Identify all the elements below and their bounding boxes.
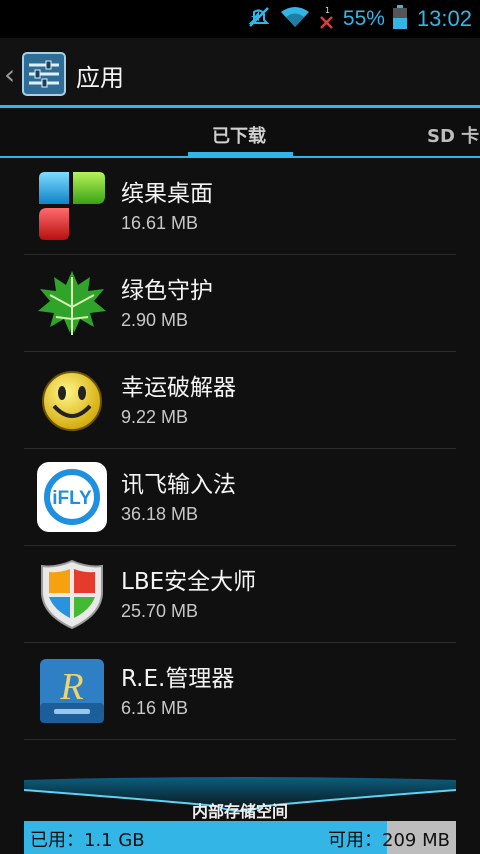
storage-indicator: 内部存储空间 已用：1.1 GB 可用：209 MB — [24, 776, 456, 854]
tab-indicator — [188, 152, 293, 156]
lbe-shield-icon — [36, 558, 108, 630]
storage-used-text: 已用：1.1 GB — [30, 830, 145, 851]
app-size: 25.70 MB — [121, 601, 199, 621]
svg-text:R: R — [59, 666, 83, 708]
svg-text:iFLY: iFLY — [52, 488, 92, 509]
wifi-icon — [279, 5, 311, 33]
svg-text:1: 1 — [325, 6, 330, 15]
lucky-patcher-smiley-icon — [36, 364, 108, 436]
list-item[interactable]: R R.E.管理器 6.16 MB — [24, 643, 456, 740]
app-name: LBE安全大师 — [121, 569, 257, 595]
app-size: 6.16 MB — [121, 698, 189, 718]
action-bar: ‹ 应用 — [0, 38, 480, 108]
list-item[interactable]: iFLY 讯飞输入法 36.18 MB — [24, 449, 456, 546]
back-chevron-icon[interactable]: ‹ — [4, 58, 15, 91]
storage-free-text: 可用：209 MB — [328, 830, 450, 851]
tab-sd-card[interactable]: SD 卡 — [427, 122, 479, 148]
app-name: 缤果桌面 — [121, 181, 213, 207]
app-size: 2.90 MB — [121, 310, 189, 330]
mute-icon — [247, 4, 271, 34]
list-item[interactable]: 绿色守护 2.90 MB — [24, 255, 456, 352]
status-bar-right: 1 55% 13:02 — [247, 0, 472, 38]
app-list: 缤果桌面 16.61 MB 绿色守护 2.90 MB 幸运破解器 9.22 MB… — [0, 158, 480, 740]
storage-bar: 已用：1.1 GB 可用：209 MB — [24, 821, 456, 854]
list-item[interactable]: 幸运破解器 9.22 MB — [24, 352, 456, 449]
list-item[interactable]: 缤果桌面 16.61 MB — [24, 158, 456, 255]
page-title: 应用 — [76, 64, 124, 92]
re-manager-icon: R — [36, 655, 108, 727]
app-size: 16.61 MB — [121, 213, 199, 233]
status-bar: 1 55% 13:02 — [0, 0, 480, 38]
settings-apps-icon[interactable] — [22, 52, 66, 96]
ifly-input-icon: iFLY — [36, 461, 108, 533]
app-size: 9.22 MB — [121, 407, 189, 427]
battery-percent: 55% — [342, 7, 385, 30]
app-name: 讯飞输入法 — [121, 472, 236, 498]
battery-icon — [392, 5, 407, 33]
tab-bar: 已下载 SD 卡 — [0, 108, 480, 158]
app-name: R.E.管理器 — [121, 666, 235, 692]
storage-label: 内部存储空间 — [191, 802, 288, 821]
status-time: 13:02 — [416, 6, 472, 31]
list-item[interactable]: LBE安全大师 25.70 MB — [24, 546, 456, 643]
app-name: 幸运破解器 — [121, 375, 236, 401]
tab-downloaded[interactable]: 已下载 — [212, 122, 266, 148]
greenify-leaf-icon — [36, 267, 108, 339]
bingo-desktop-icon — [36, 170, 108, 242]
app-size: 36.18 MB — [121, 504, 199, 524]
no-signal-icon: 1 — [319, 4, 335, 34]
app-name: 绿色守护 — [121, 278, 213, 304]
